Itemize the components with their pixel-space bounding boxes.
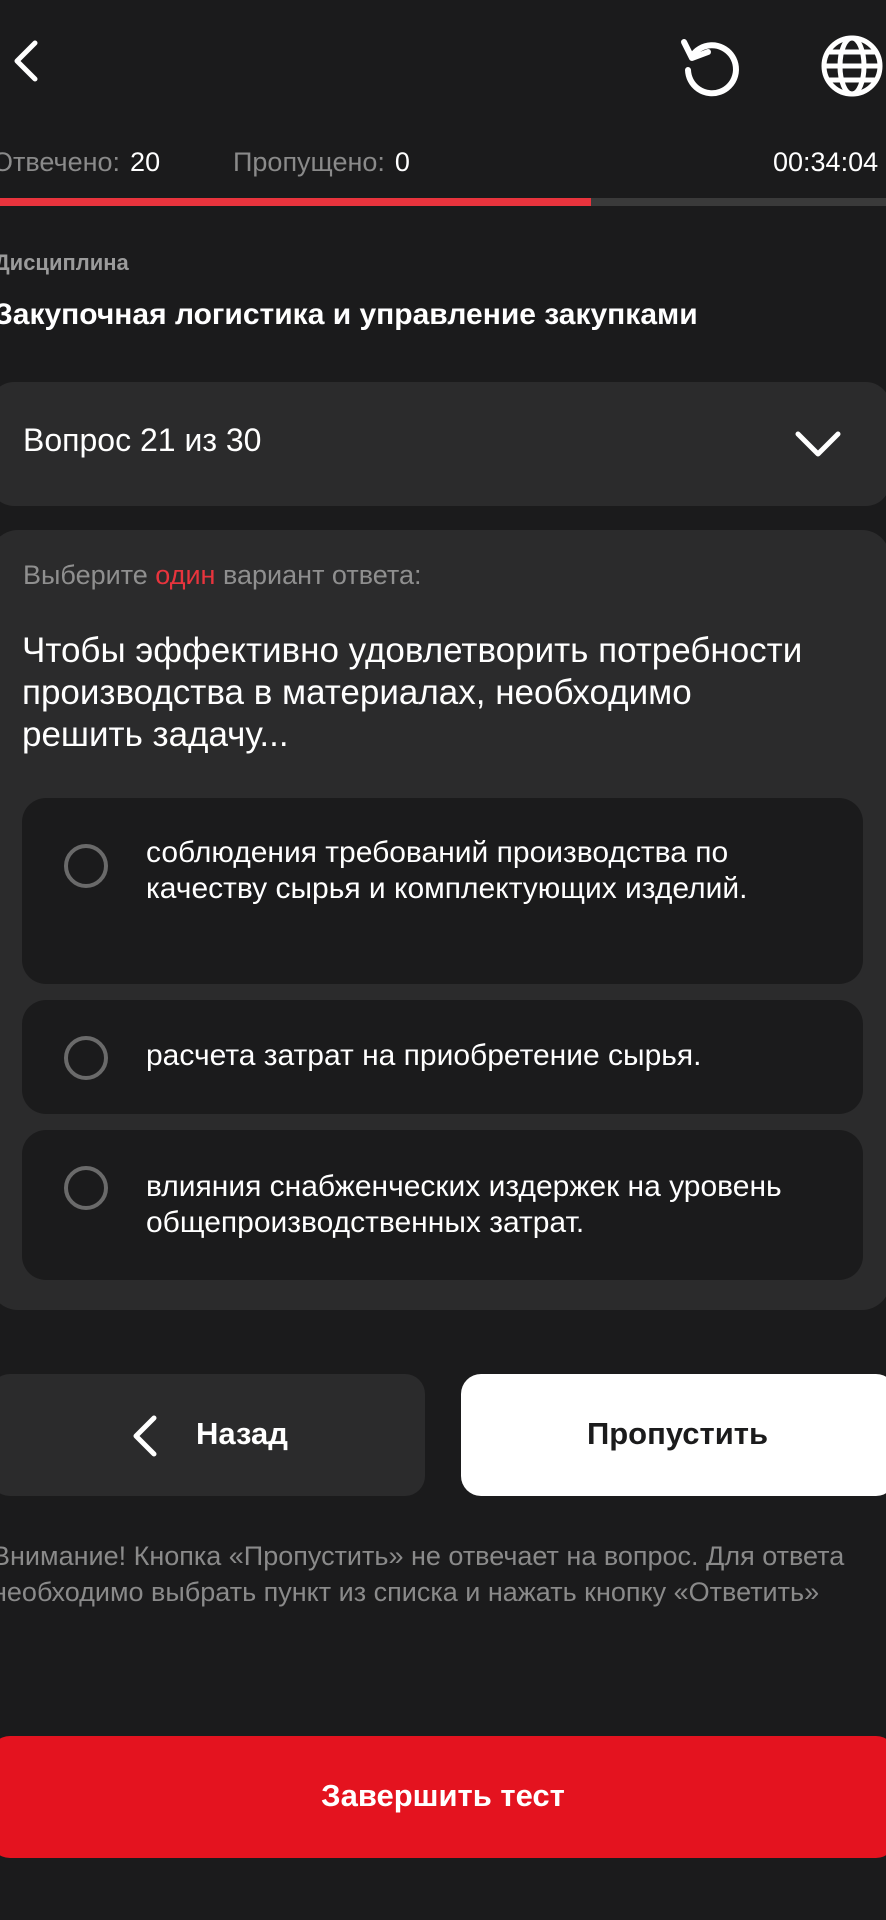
progress-bar-fill <box>0 198 591 206</box>
top-bar <box>0 0 886 130</box>
question-text: Чтобы эффективно удовлетворить потребнос… <box>22 631 803 754</box>
answer-instruction: Выберите один вариант ответа: <box>23 560 421 591</box>
question-number: Вопрос 21 из 30 <box>23 422 262 458</box>
radio-button[interactable] <box>64 1166 108 1210</box>
question-selector[interactable]: Вопрос 21 из 30 <box>0 382 886 506</box>
skip-warning: Внимание! Кнопка «Пропустить» не отвечае… <box>0 1541 845 1607</box>
chevron-down-icon <box>795 431 841 457</box>
answered-count: 20 <box>130 147 161 177</box>
answered-stat: Отвечено: 20 <box>0 140 160 184</box>
discipline-name: Закупочная логистика и управление закупк… <box>0 298 698 331</box>
chevron-left-icon <box>133 1415 157 1457</box>
globe-icon <box>821 35 883 97</box>
chevron-left-icon <box>14 40 38 82</box>
back-button[interactable] <box>0 26 50 96</box>
option-text: влияния снабженческих издержек на уровен… <box>146 1170 782 1239</box>
finish-test-label: Завершить тест <box>321 1778 565 1813</box>
restart-button[interactable] <box>670 30 750 102</box>
radio-button[interactable] <box>64 1036 108 1080</box>
timer: 00:34:04 <box>773 147 879 177</box>
answer-option-1[interactable]: соблюдения требований производства по ка… <box>22 798 863 984</box>
previous-button[interactable]: Назад <box>0 1374 425 1496</box>
question-card: Выберите один вариант ответа: Чтобы эффе… <box>0 530 886 1310</box>
finish-test-button[interactable]: Завершить тест <box>0 1736 886 1858</box>
answer-option-3[interactable]: влияния снабженческих издержек на уровен… <box>22 1130 863 1280</box>
language-button[interactable] <box>818 30 886 102</box>
previous-button-label: Назад <box>196 1416 288 1451</box>
option-text: расчета затрат на приобретение сырья. <box>146 1039 702 1072</box>
skipped-label: Пропущено: <box>233 147 385 177</box>
progress-bar <box>0 198 886 206</box>
skip-button[interactable]: Пропустить <box>461 1374 886 1496</box>
answer-option-2[interactable]: расчета затрат на приобретение сырья. <box>22 1000 863 1114</box>
option-text: соблюдения требований производства по ка… <box>146 836 748 905</box>
radio-button[interactable] <box>64 844 108 888</box>
instruction-prefix: Выберите <box>23 560 148 590</box>
skipped-stat: Пропущено: 0 <box>233 140 410 184</box>
instruction-suffix: вариант ответа: <box>222 560 422 590</box>
skip-button-label: Пропустить <box>586 1416 769 1451</box>
progress-stats: Отвечено: 20 Пропущено: 0 00:34:04 <box>0 140 886 184</box>
reload-icon <box>681 39 739 97</box>
skipped-count: 0 <box>394 147 410 177</box>
discipline-label: Дисциплина <box>0 250 129 275</box>
instruction-accent: один <box>155 560 216 590</box>
answered-label: Отвечено: <box>0 147 121 177</box>
